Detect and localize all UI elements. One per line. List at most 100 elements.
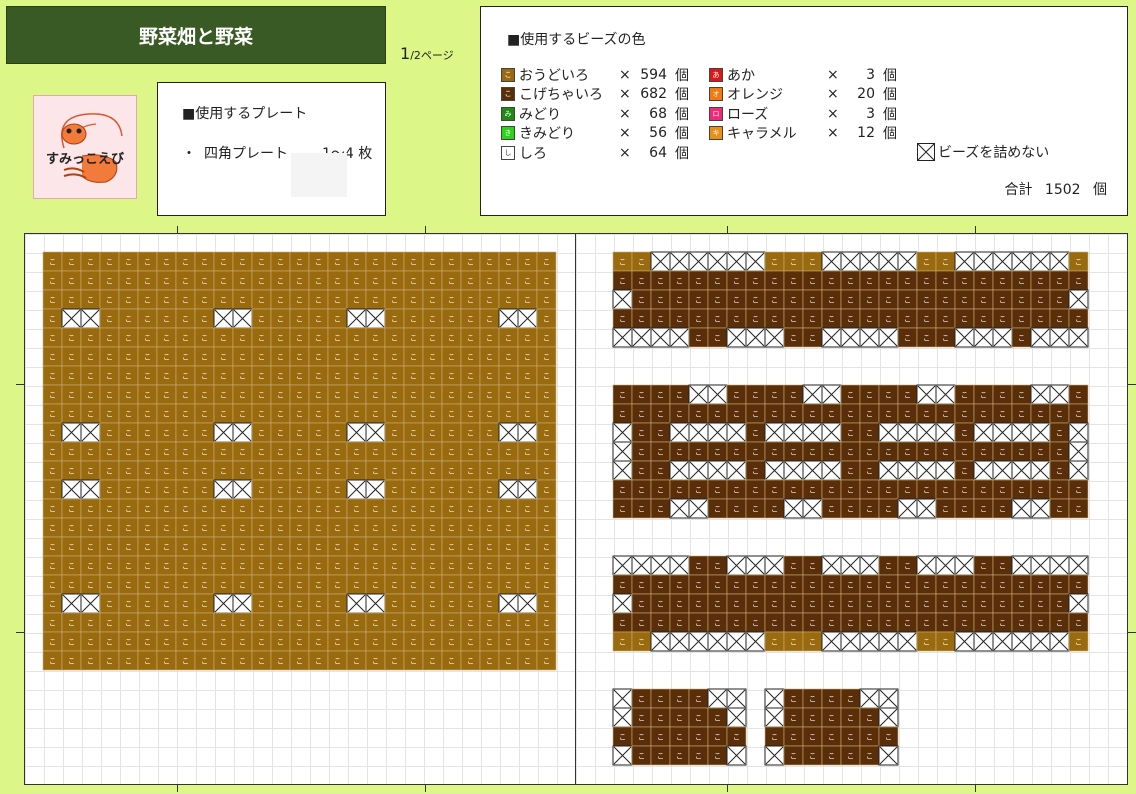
svg-text:こ: こ xyxy=(296,259,303,267)
bead-cell: こ xyxy=(365,403,386,424)
bead-cell: こ xyxy=(650,707,671,728)
svg-text:こ: こ xyxy=(296,316,303,324)
svg-text:こ: こ xyxy=(296,582,303,590)
svg-text:こ: こ xyxy=(448,620,455,628)
svg-text:こ: こ xyxy=(106,278,113,286)
svg-text:こ: こ xyxy=(315,620,322,628)
svg-text:こ: こ xyxy=(277,316,284,324)
bead-cell: こ xyxy=(745,403,766,424)
empty-bead-cell xyxy=(1011,631,1032,652)
bead-cell: こ xyxy=(441,593,462,614)
svg-text:こ: こ xyxy=(106,658,113,666)
bead-cell: こ xyxy=(61,251,82,272)
bead-cell: こ xyxy=(441,574,462,595)
bead-cell: こ xyxy=(327,289,348,310)
bead-cell: こ xyxy=(764,631,785,652)
svg-text:こ: こ xyxy=(106,563,113,571)
svg-text:こ: こ xyxy=(144,601,151,609)
empty-bead-cell xyxy=(365,422,386,443)
bead-cell: こ xyxy=(612,403,633,424)
bead-cell: こ xyxy=(42,251,63,272)
bead-cell: こ xyxy=(821,593,842,614)
svg-text:こ: こ xyxy=(467,468,474,476)
bead-cell: こ xyxy=(232,346,253,367)
bead-cell: こ xyxy=(175,574,196,595)
svg-text:こ: こ xyxy=(49,658,56,666)
svg-text:こ: こ xyxy=(144,449,151,457)
bead-cell: こ xyxy=(536,650,557,671)
svg-text:こ: こ xyxy=(391,259,398,267)
svg-text:こ: こ xyxy=(68,563,75,571)
svg-text:こ: こ xyxy=(524,354,531,362)
bead-cell: こ xyxy=(403,346,424,367)
svg-text:こ: こ xyxy=(543,487,550,495)
bead-cell: こ xyxy=(137,631,158,652)
bead-cell: こ xyxy=(422,460,443,481)
bead-cell: こ xyxy=(118,251,139,272)
svg-text:こ: こ xyxy=(524,335,531,343)
bead-cell: こ xyxy=(821,289,842,310)
svg-text:こ: こ xyxy=(904,563,911,571)
svg-text:こ: こ xyxy=(125,411,132,419)
svg-text:こ: こ xyxy=(258,430,265,438)
svg-text:こ: こ xyxy=(714,335,721,343)
empty-bead-cell xyxy=(669,422,690,443)
bead-cell: こ xyxy=(422,289,443,310)
bead-cell: こ xyxy=(156,251,177,272)
svg-text:こ: こ xyxy=(258,449,265,457)
svg-text:こ: こ xyxy=(391,620,398,628)
bead-cell: こ xyxy=(441,384,462,405)
svg-text:こ: こ xyxy=(220,411,227,419)
empty-bead-cell xyxy=(916,498,937,519)
svg-text:こ: こ xyxy=(68,373,75,381)
svg-text:こ: こ xyxy=(182,544,189,552)
bead-cell: こ xyxy=(137,593,158,614)
bead-cell: こ xyxy=(764,574,785,595)
bead-cell: こ xyxy=(1068,574,1089,595)
bead-cell: こ xyxy=(251,650,272,671)
svg-text:こ: こ xyxy=(391,297,398,305)
svg-text:こ: こ xyxy=(505,582,512,590)
svg-text:こ: こ xyxy=(543,639,550,647)
svg-text:こ: こ xyxy=(353,278,360,286)
svg-text:こ: こ xyxy=(657,487,664,495)
bead-cell: こ xyxy=(536,460,557,481)
svg-text:こ: こ xyxy=(391,392,398,400)
bead-cell: こ xyxy=(232,270,253,291)
svg-text:こ: こ xyxy=(315,468,322,476)
empty-bead-cell xyxy=(1011,460,1032,481)
bead-cell: こ xyxy=(745,384,766,405)
bead-cell: こ xyxy=(194,517,215,538)
bead-cell: こ xyxy=(99,327,120,348)
svg-text:こ: こ xyxy=(410,354,417,362)
bead-cell: こ xyxy=(80,346,101,367)
bead-cell: こ xyxy=(308,612,329,633)
bead-cell: こ xyxy=(346,384,367,405)
svg-text:こ: こ xyxy=(144,658,151,666)
bead-cell: こ xyxy=(441,536,462,557)
empty-bead-cell xyxy=(365,479,386,500)
svg-text:こ: こ xyxy=(334,392,341,400)
svg-text:こ: こ xyxy=(163,582,170,590)
svg-text:こ: こ xyxy=(942,449,949,457)
bead-cell: こ xyxy=(707,612,728,633)
svg-text:こ: こ xyxy=(866,278,873,286)
svg-text:こ: こ xyxy=(106,582,113,590)
bead-cell: こ xyxy=(384,555,405,576)
bead-cell: こ xyxy=(859,612,880,633)
bead-cell: こ xyxy=(745,270,766,291)
svg-text:こ: こ xyxy=(866,297,873,305)
empty-bead-cell xyxy=(992,460,1013,481)
bead-cell: こ xyxy=(137,270,158,291)
bead-cell: こ xyxy=(422,270,443,291)
bead-cell: こ xyxy=(1030,308,1051,329)
bead-cell: こ xyxy=(935,403,956,424)
svg-text:こ: こ xyxy=(638,278,645,286)
svg-text:こ: こ xyxy=(942,582,949,590)
svg-text:こ: こ xyxy=(980,411,987,419)
bead-cell: こ xyxy=(365,555,386,576)
svg-text:こ: こ xyxy=(448,335,455,343)
svg-text:こ: こ xyxy=(847,487,854,495)
svg-text:こ: こ xyxy=(87,449,94,457)
svg-text:こ: こ xyxy=(676,316,683,324)
